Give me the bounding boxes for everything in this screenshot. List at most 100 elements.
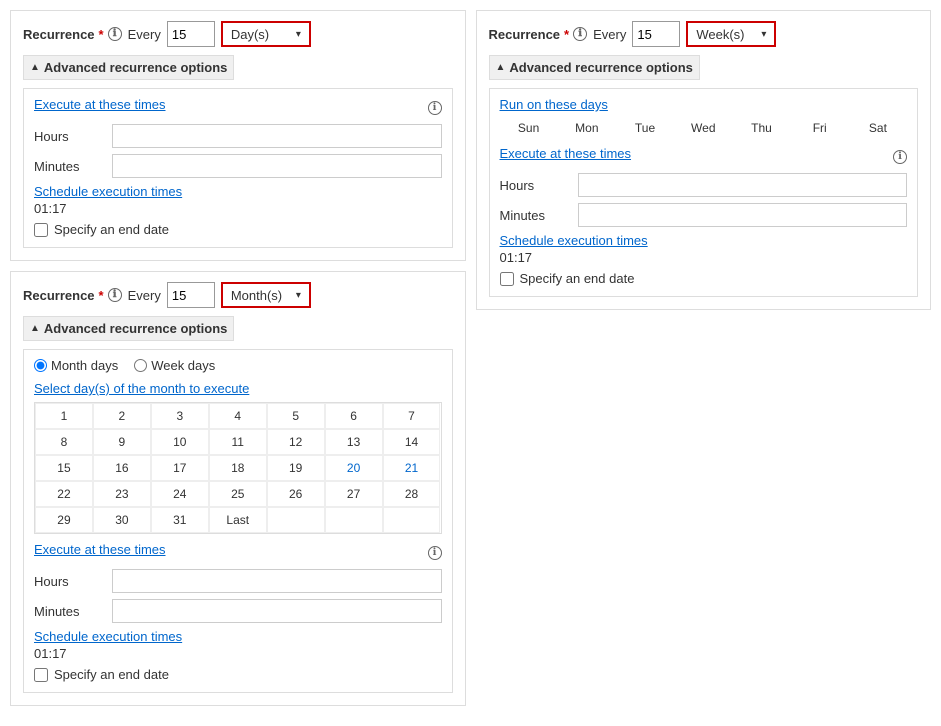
cal-22[interactable]: 22 [35,481,93,507]
run-on-label[interactable]: Run on these days [500,97,908,112]
time-display-top-left: 01:17 [34,201,442,216]
cal-18[interactable]: 18 [209,455,267,481]
minutes-input-tr[interactable] [578,203,908,227]
week-days-radio-label[interactable]: Week days [134,358,215,373]
cal-12[interactable]: 12 [267,429,325,455]
recurrence-label-top-left: Recurrence * ℹ [23,27,122,42]
every-label-bottom-left: Every [128,288,161,303]
cal-10[interactable]: 10 [151,429,209,455]
end-date-checkbox-bl[interactable] [34,668,48,682]
cal-8[interactable]: 8 [35,429,93,455]
schedule-link-tr[interactable]: Schedule execution times [500,233,908,248]
advanced-toggle-bottom-left[interactable]: ▲ Advanced recurrence options [23,316,234,341]
cal-15[interactable]: 15 [35,455,93,481]
hours-label-bl: Hours [34,574,104,589]
execute-at-these-times-link-tr[interactable]: Execute at these times [500,146,632,161]
cal-2[interactable]: 2 [93,403,151,429]
month-days-radio-label[interactable]: Month days [34,358,118,373]
cal-empty3 [383,507,441,533]
info-icon-top-right[interactable]: ℹ [573,27,587,41]
minutes-input-bl[interactable] [112,599,442,623]
hours-input-bl[interactable] [112,569,442,593]
cal-4[interactable]: 4 [209,403,267,429]
execute-at-these-times-link-bl[interactable]: Execute at these times [34,542,166,557]
every-input-top-left[interactable] [167,21,215,47]
execute-at-these-times-link-top-left[interactable]: Execute at these times [34,97,166,112]
cal-16[interactable]: 16 [93,455,151,481]
cal-1[interactable]: 1 [35,403,93,429]
cal-27[interactable]: 27 [325,481,383,507]
cal-30[interactable]: 30 [93,507,151,533]
end-date-checkbox-tr[interactable] [500,272,514,286]
required-star: * [99,27,104,42]
chevron-down-icon: ▾ [296,29,301,40]
cal-19[interactable]: 19 [267,455,325,481]
day-tue[interactable]: Tue [616,118,674,138]
cal-11[interactable]: 11 [209,429,267,455]
cal-20[interactable]: 20 [325,455,383,481]
advanced-toggle-top-right[interactable]: ▲ Advanced recurrence options [489,55,700,80]
hours-input-top-left[interactable] [112,124,442,148]
advanced-toggle-label-bl: Advanced recurrence options [44,321,228,336]
cal-28[interactable]: 28 [383,481,441,507]
cal-17[interactable]: 17 [151,455,209,481]
week-days-radio[interactable] [134,359,147,372]
advanced-toggle-label-tr: Advanced recurrence options [509,60,693,75]
unit-select-bottom-left[interactable]: Month(s) ▾ [221,282,311,308]
chevron-down-icon-tr: ▾ [761,29,766,40]
unit-select-top-right[interactable]: Week(s) ▾ [686,21,776,47]
minutes-label-tr: Minutes [500,208,570,223]
cal-5[interactable]: 5 [267,403,325,429]
execute-info-icon-tr[interactable]: ℹ [893,150,907,164]
day-sun[interactable]: Sun [500,118,558,138]
end-date-label-bl: Specify an end date [54,667,169,682]
cal-last[interactable]: Last [209,507,267,533]
time-display-tr: 01:17 [500,250,908,265]
cal-26[interactable]: 26 [267,481,325,507]
hours-input-tr[interactable] [578,173,908,197]
cal-empty1 [267,507,325,533]
end-date-checkbox-top-left[interactable] [34,223,48,237]
chevron-down-icon-bl: ▾ [296,290,301,301]
cal-31[interactable]: 31 [151,507,209,533]
cal-25[interactable]: 25 [209,481,267,507]
select-days-link[interactable]: Select day(s) of the month to execute [34,381,442,396]
day-thu[interactable]: Thu [732,118,790,138]
hours-label-top-left: Hours [34,129,104,144]
day-wed[interactable]: Wed [674,118,732,138]
cal-23[interactable]: 23 [93,481,151,507]
every-label-top-right: Every [593,27,626,42]
cal-6[interactable]: 6 [325,403,383,429]
every-input-bottom-left[interactable] [167,282,215,308]
minutes-label-bl: Minutes [34,604,104,619]
every-label-top-left: Every [128,27,161,42]
month-days-radio[interactable] [34,359,47,372]
cal-21[interactable]: 21 [383,455,441,481]
cal-3[interactable]: 3 [151,403,209,429]
execute-info-icon-top-left[interactable]: ℹ [428,101,442,115]
cal-13[interactable]: 13 [325,429,383,455]
cal-9[interactable]: 9 [93,429,151,455]
advanced-toggle-label: Advanced recurrence options [44,60,228,75]
info-icon-top-left[interactable]: ℹ [108,27,122,41]
schedule-link-bl[interactable]: Schedule execution times [34,629,442,644]
unit-select-top-left[interactable]: Day(s) ▾ [221,21,311,47]
minutes-input-top-left[interactable] [112,154,442,178]
minutes-label-top-left: Minutes [34,159,104,174]
cal-7[interactable]: 7 [383,403,441,429]
advanced-toggle-top-left[interactable]: ▲ Advanced recurrence options [23,55,234,80]
cal-24[interactable]: 24 [151,481,209,507]
cal-29[interactable]: 29 [35,507,93,533]
day-mon[interactable]: Mon [558,118,616,138]
info-icon-bottom-left[interactable]: ℹ [108,288,122,302]
schedule-link-top-left[interactable]: Schedule execution times [34,184,442,199]
cal-14[interactable]: 14 [383,429,441,455]
day-sat[interactable]: Sat [849,118,907,138]
month-days-label: Month days [51,358,118,373]
required-star-tr: * [564,27,569,42]
day-fri[interactable]: Fri [791,118,849,138]
execute-info-icon-bl[interactable]: ℹ [428,546,442,560]
every-input-top-right[interactable] [632,21,680,47]
required-star-bl: * [99,288,104,303]
calendar-grid: 1 2 3 4 5 6 7 8 9 10 11 12 13 14 15 16 1 [34,402,442,534]
